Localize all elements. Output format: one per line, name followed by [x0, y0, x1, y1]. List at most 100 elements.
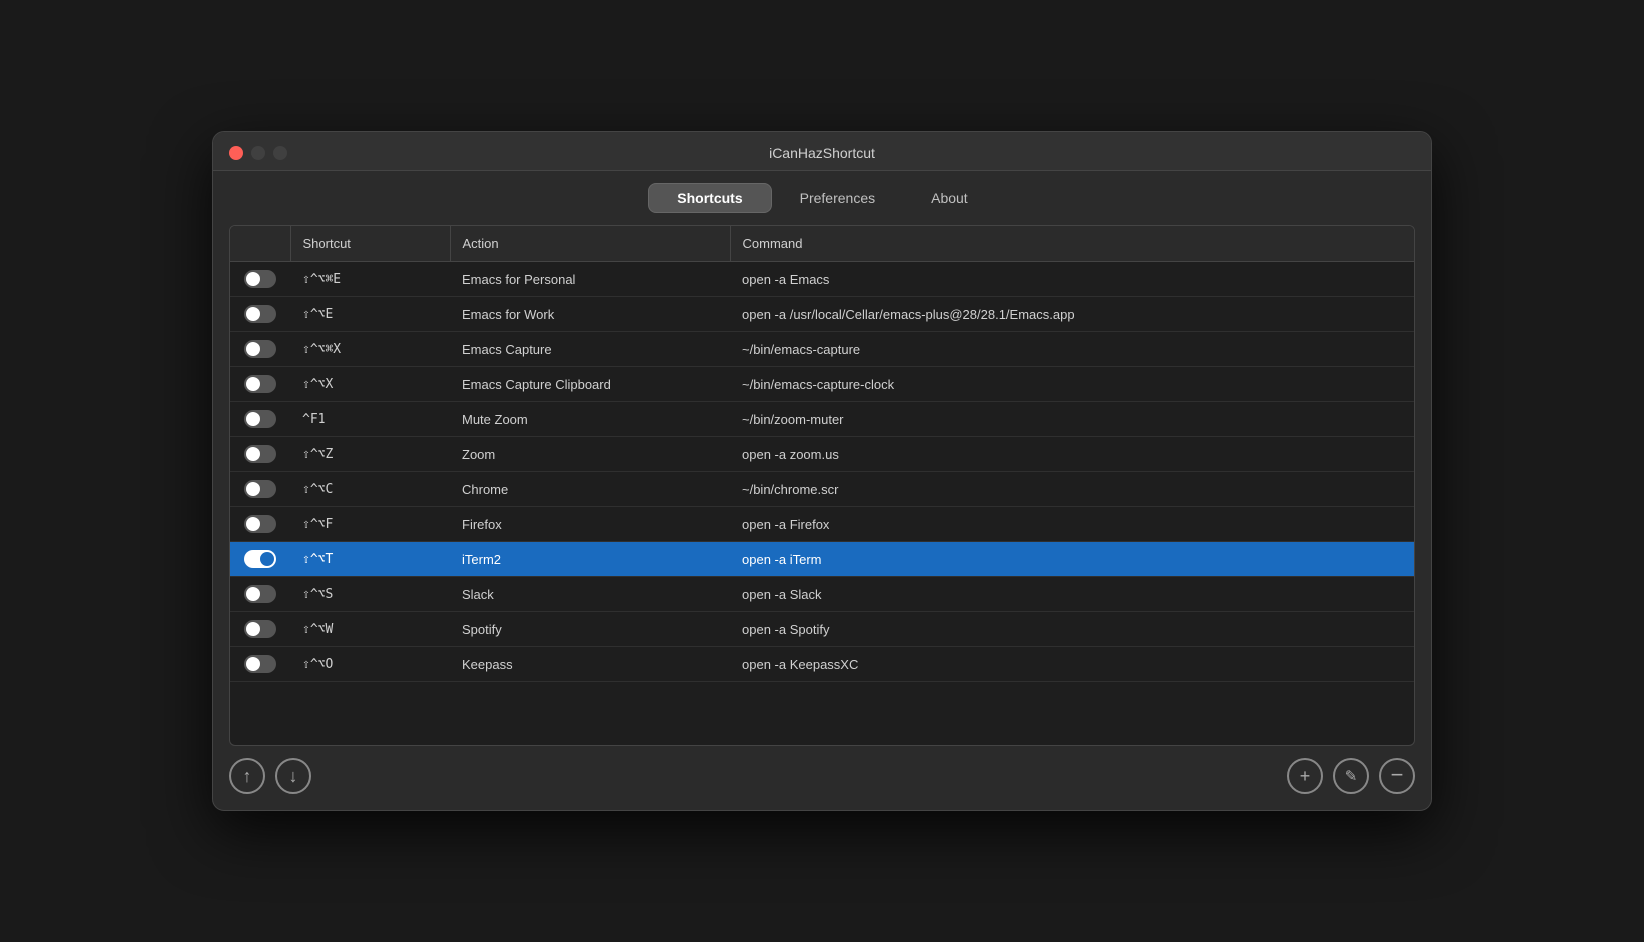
toggle-switch[interactable] [244, 305, 276, 323]
tab-preferences[interactable]: Preferences [772, 183, 903, 213]
shortcut-cell: ⇧^⌥T [290, 542, 450, 577]
command-cell: ~/bin/chrome.scr [730, 472, 1414, 507]
bottom-bar: ↑ ↓ + ✎ − [229, 746, 1415, 794]
toggle-cell [230, 402, 290, 437]
move-up-button[interactable]: ↑ [229, 758, 265, 794]
toggle-cell [230, 542, 290, 577]
action-buttons: + ✎ − [1287, 758, 1415, 794]
action-cell: Emacs Capture [450, 332, 730, 367]
command-cell: open -a KeepassXC [730, 647, 1414, 682]
action-cell: Firefox [450, 507, 730, 542]
command-cell: open -a Spotify [730, 612, 1414, 647]
shortcut-cell: ⇧^⌥⌘E [290, 262, 450, 297]
toggle-switch[interactable] [244, 620, 276, 638]
toggle-switch[interactable] [244, 585, 276, 603]
col-header-shortcut: Shortcut [290, 226, 450, 262]
toggle-switch[interactable] [244, 550, 276, 568]
toggle-cell [230, 262, 290, 297]
main-content: Shortcut Action Command ⇧^⌥⌘EEmacs for P… [213, 225, 1431, 810]
shortcut-cell: ⇧^⌥O [290, 647, 450, 682]
remove-button[interactable]: − [1379, 758, 1415, 794]
table-row[interactable]: ⇧^⌥OKeepassopen -a KeepassXC [230, 647, 1414, 682]
traffic-lights [229, 146, 287, 160]
shortcut-cell: ⇧^⌥C [290, 472, 450, 507]
table-row[interactable]: ⇧^⌥FFirefoxopen -a Firefox [230, 507, 1414, 542]
col-header-command: Command [730, 226, 1414, 262]
table-row[interactable]: ⇧^⌥EEmacs for Workopen -a /usr/local/Cel… [230, 297, 1414, 332]
tab-shortcuts[interactable]: Shortcuts [648, 183, 771, 213]
table-row[interactable]: ^F1Mute Zoom~/bin/zoom-muter [230, 402, 1414, 437]
shortcut-cell: ⇧^⌥F [290, 507, 450, 542]
toggle-cell [230, 367, 290, 402]
toggle-cell [230, 507, 290, 542]
toggle-switch[interactable] [244, 410, 276, 428]
shortcut-cell: ⇧^⌥Z [290, 437, 450, 472]
col-header-enabled [230, 226, 290, 262]
action-cell: Mute Zoom [450, 402, 730, 437]
action-cell: Emacs for Personal [450, 262, 730, 297]
edit-button[interactable]: ✎ [1333, 758, 1369, 794]
table-body: ⇧^⌥⌘EEmacs for Personalopen -a Emacs⇧^⌥E… [230, 262, 1414, 682]
shortcut-cell: ⇧^⌥⌘X [290, 332, 450, 367]
titlebar: iCanHazShortcut [213, 132, 1431, 171]
table-row[interactable]: ⇧^⌥WSpotifyopen -a Spotify [230, 612, 1414, 647]
window-title: iCanHazShortcut [769, 145, 875, 161]
command-cell: open -a iTerm [730, 542, 1414, 577]
table-row[interactable]: ⇧^⌥ZZoomopen -a zoom.us [230, 437, 1414, 472]
action-cell: Emacs for Work [450, 297, 730, 332]
toggle-cell [230, 472, 290, 507]
shortcut-cell: ⇧^⌥E [290, 297, 450, 332]
table-row[interactable]: ⇧^⌥SSlackopen -a Slack [230, 577, 1414, 612]
toggle-switch[interactable] [244, 445, 276, 463]
table-row[interactable]: ⇧^⌥TiTerm2open -a iTerm [230, 542, 1414, 577]
tab-about[interactable]: About [903, 183, 996, 213]
toggle-switch[interactable] [244, 375, 276, 393]
table-header-row: Shortcut Action Command [230, 226, 1414, 262]
toggle-cell [230, 647, 290, 682]
action-cell: Zoom [450, 437, 730, 472]
move-buttons: ↑ ↓ [229, 758, 311, 794]
command-cell: open -a /usr/local/Cellar/emacs-plus@28/… [730, 297, 1414, 332]
table-row[interactable]: ⇧^⌥⌘XEmacs Capture~/bin/emacs-capture [230, 332, 1414, 367]
command-cell: ~/bin/emacs-capture [730, 332, 1414, 367]
command-cell: open -a Emacs [730, 262, 1414, 297]
action-cell: iTerm2 [450, 542, 730, 577]
shortcuts-table: Shortcut Action Command ⇧^⌥⌘EEmacs for P… [230, 226, 1414, 682]
command-cell: ~/bin/emacs-capture-clock [730, 367, 1414, 402]
shortcuts-table-container: Shortcut Action Command ⇧^⌥⌘EEmacs for P… [229, 225, 1415, 746]
col-header-action: Action [450, 226, 730, 262]
command-cell: open -a Slack [730, 577, 1414, 612]
command-cell: open -a zoom.us [730, 437, 1414, 472]
minimize-button[interactable] [251, 146, 265, 160]
toggle-cell [230, 612, 290, 647]
table-row[interactable]: ⇧^⌥⌘EEmacs for Personalopen -a Emacs [230, 262, 1414, 297]
action-cell: Spotify [450, 612, 730, 647]
tabs-bar: Shortcuts Preferences About [213, 171, 1431, 225]
toggle-cell [230, 437, 290, 472]
toggle-cell [230, 577, 290, 612]
toggle-switch[interactable] [244, 655, 276, 673]
toggle-switch[interactable] [244, 270, 276, 288]
toggle-cell [230, 332, 290, 367]
command-cell: open -a Firefox [730, 507, 1414, 542]
toggle-switch[interactable] [244, 480, 276, 498]
toggle-switch[interactable] [244, 515, 276, 533]
action-cell: Chrome [450, 472, 730, 507]
shortcut-cell: ^F1 [290, 402, 450, 437]
main-window: iCanHazShortcut Shortcuts Preferences Ab… [212, 131, 1432, 811]
command-cell: ~/bin/zoom-muter [730, 402, 1414, 437]
shortcut-cell: ⇧^⌥W [290, 612, 450, 647]
table-row[interactable]: ⇧^⌥CChrome~/bin/chrome.scr [230, 472, 1414, 507]
add-button[interactable]: + [1287, 758, 1323, 794]
toggle-cell [230, 297, 290, 332]
table-row[interactable]: ⇧^⌥XEmacs Capture Clipboard~/bin/emacs-c… [230, 367, 1414, 402]
action-cell: Slack [450, 577, 730, 612]
move-down-button[interactable]: ↓ [275, 758, 311, 794]
toggle-switch[interactable] [244, 340, 276, 358]
action-cell: Emacs Capture Clipboard [450, 367, 730, 402]
action-cell: Keepass [450, 647, 730, 682]
shortcut-cell: ⇧^⌥S [290, 577, 450, 612]
shortcut-cell: ⇧^⌥X [290, 367, 450, 402]
maximize-button[interactable] [273, 146, 287, 160]
close-button[interactable] [229, 146, 243, 160]
